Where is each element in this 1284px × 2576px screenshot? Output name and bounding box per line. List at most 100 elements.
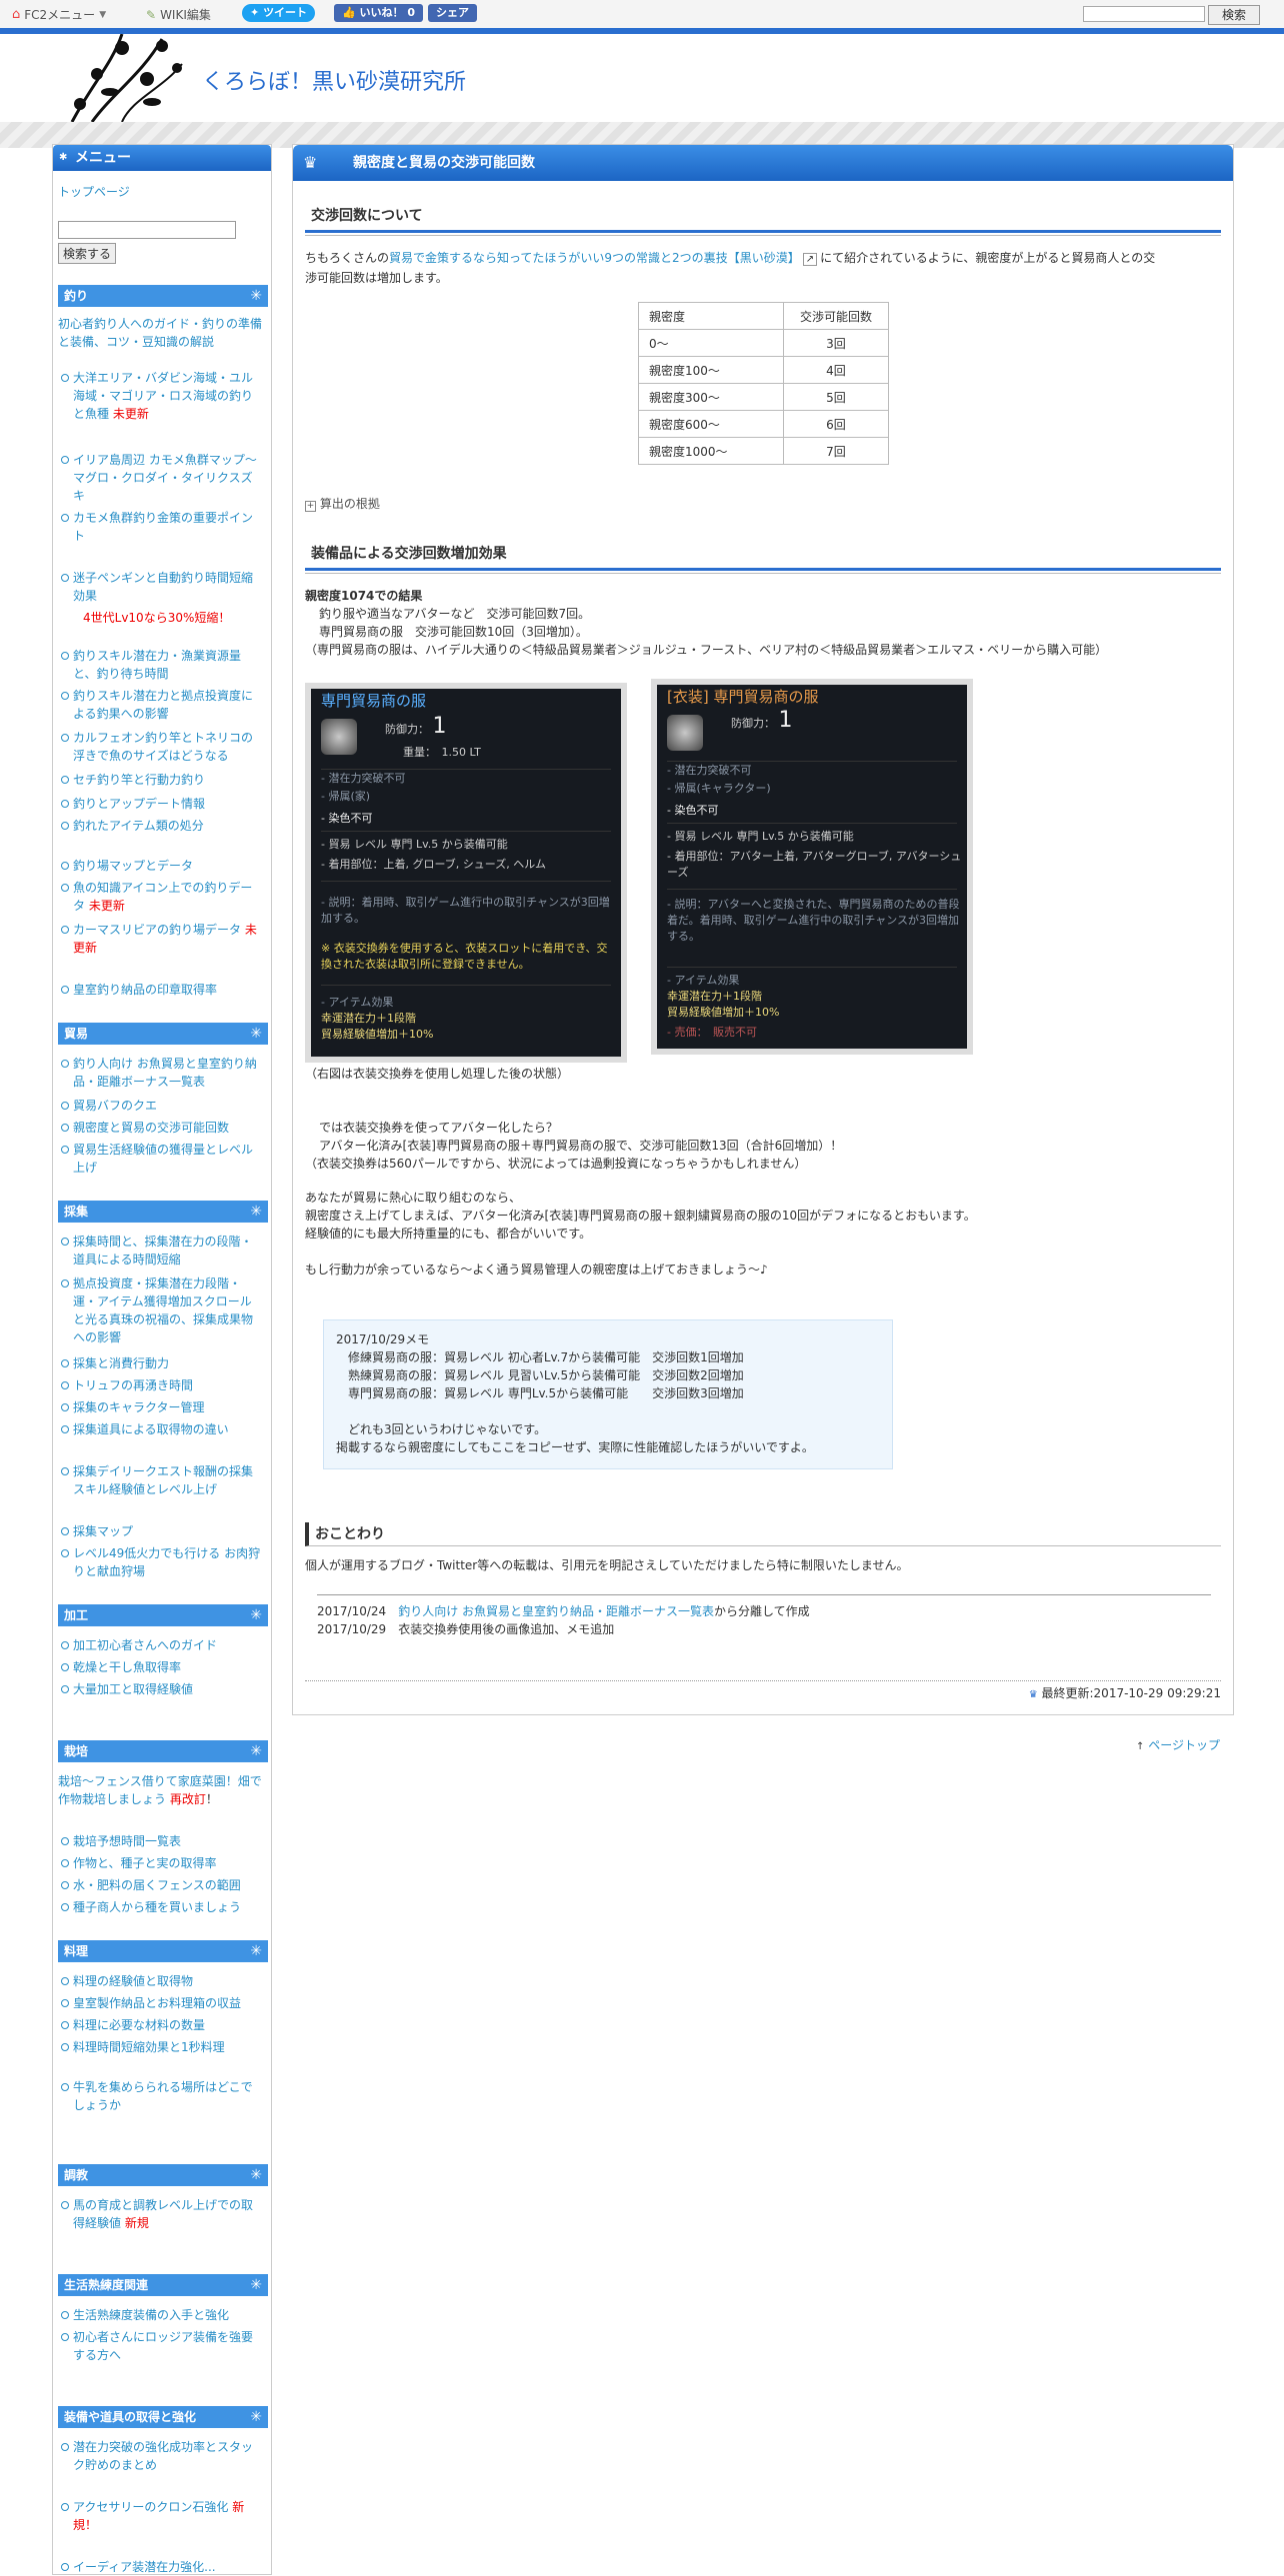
crown-small-icon: ♛ [1028, 1689, 1038, 1700]
intro-paragraph: ちもろくさんの貿易で金策するなら知ってたほうがいい9つの常識と2つの裏技【黒い砂… [305, 251, 1156, 285]
list-item[interactable]: 迷子ペンギンと自動釣り時間短縮効果 [61, 569, 261, 605]
list-item[interactable]: 大量加工と取得経験値 [61, 1680, 261, 1698]
list-item[interactable]: レベル49低火力でも行ける お肉狩りと献血狩場 [61, 1544, 261, 1580]
list-item[interactable]: カモメ魚群釣り金策の重要ポイント [61, 509, 261, 545]
section-title-disclaimer: おことわり [305, 1522, 1221, 1546]
list-item[interactable]: 魚の知識アイコン上での釣りデータ 未更新 [61, 879, 261, 915]
list-item[interactable]: 料理に必要な材料の数量 [61, 2016, 261, 2034]
section-header-fishing: 釣り ✳ [58, 285, 268, 307]
list-item[interactable]: 拠点投資度・採集潜在力段階・運・アイテム獲得増加スクロールと光る真珠の祝福の、採… [61, 1275, 261, 1346]
chevron-down-icon: ▼ [99, 9, 107, 20]
thumbs-up-icon: 👍 [342, 6, 356, 19]
list-item[interactable]: イーディア装潜在力強化... [61, 2558, 261, 2576]
chimoroku-article-link[interactable]: 貿易で金策するなら知ってたほうがいい9つの常識と2つの裏技【黒い砂漠】 [389, 251, 800, 265]
section-header-farming: 栽培 ✳ [58, 1740, 268, 1762]
list-item[interactable]: 生活熟練度装備の入手と強化 [61, 2306, 261, 2324]
fc2-menu[interactable]: ⌂ FC2メニュー ▼ [12, 6, 106, 23]
sidebar-top-page[interactable]: トップページ [58, 183, 130, 201]
article-title-bar: ♛ 親密度と貿易の交渉可能回数 [293, 145, 1233, 181]
sidebar: ✱ メニュー トップページ 検索する 釣り ✳ 初心者釣り人へのガイド・釣りの準備… [52, 144, 272, 2575]
star-icon: ✱ [59, 152, 68, 163]
list-item[interactable]: 採集道具による取得物の違い [61, 1420, 261, 1438]
list-item[interactable]: 貿易バフのクエ [61, 1097, 261, 1115]
sidebar-search-button[interactable]: 検索する [58, 243, 117, 264]
list-item[interactable]: 乾燥と干し魚取得率 [61, 1658, 261, 1676]
floral-silhouette-icon [70, 34, 183, 122]
top-search-button[interactable]: 検索 [1208, 5, 1260, 25]
list-item[interactable]: 種子商人から種を買いましょう [61, 1898, 261, 1916]
list-item[interactable]: トリュフの再湧き時間 [61, 1376, 261, 1394]
sparkle-icon: ✳ [250, 288, 262, 304]
list-item[interactable]: 栽培予想時間一覧表 [61, 1832, 261, 1850]
memo-box: 2017/10/29メモ 修練貿易商の服：貿易レベル 初心者Lv.7から装備可能… [323, 1319, 893, 1469]
table-header-row: 親密度 交渉可能回数 [638, 302, 889, 330]
like-button[interactable]: 👍 いいね！ 0 [334, 4, 424, 22]
list-item[interactable]: 水・肥料の届くフェンスの範囲 [61, 1876, 261, 1894]
sidebar-farming-intro[interactable]: 栽培～フェンス借りて家庭菜園！畑で作物栽培しましょう 再改訂！ [58, 1772, 264, 1808]
sparkle-icon: ✳ [250, 2409, 262, 2425]
share-button[interactable]: シェア [428, 4, 477, 22]
list-item[interactable]: 採集デイリークエスト報酬の採集スキル経験値とレベル上げ [61, 1462, 261, 1498]
top-search-input[interactable] [1083, 6, 1205, 22]
list-item[interactable]: 馬の育成と調教レベル上げでの取得経験値 新規 [61, 2196, 261, 2232]
sparkle-icon: ✳ [250, 2277, 262, 2293]
list-item[interactable]: 採集のキャラクター管理 [61, 1398, 261, 1416]
tweet-button[interactable]: ✦ ツイート [242, 4, 316, 22]
list-item[interactable]: 大洋エリア・バダビン海域・ユル海域・マゴリア・ロス海域の釣りと魚種 未更新 [61, 369, 261, 423]
list-item[interactable]: 釣りスキル潜在力と拠点投資度による釣果への影響 [61, 687, 261, 723]
item-card-merchant-outfit: 専門貿易商の服 防御力： 1 重量： 1.50 LT - 潜在力突破不可 - 帰… [305, 683, 627, 1063]
list-item[interactable]: 作物と、種子と実の取得率 [61, 1854, 261, 1872]
section-header-processing: 加工 ✳ [58, 1604, 268, 1626]
list-item[interactable]: 採集時間と、採集潜在力の段階・道具による時間短縮 [61, 1233, 261, 1269]
list-item[interactable]: 皇室釣り納品の印章取得率 [61, 981, 261, 999]
arrow-up-icon: ↑ [1136, 1741, 1145, 1752]
list-item[interactable]: カルフェオン釣り竿とトネリコの浮きで魚のサイズはどうなる [61, 729, 261, 765]
section-header-cooking: 料理 ✳ [58, 1940, 268, 1962]
list-item[interactable]: 釣れたアイテム類の処分 [61, 817, 261, 835]
top-toolbar: ⌂ FC2メニュー ▼ ✎ WIKI編集 ✦ ツイート 👍 いいね！ 0 シェア… [0, 0, 1284, 29]
list-item[interactable]: 貿易生活経験値の獲得量とレベル上げ [61, 1141, 261, 1177]
list-item[interactable]: 釣りとアップデート情報 [61, 795, 261, 813]
list-item[interactable]: 初心者さんにロッジア装備を強要する方へ [61, 2328, 261, 2364]
sidebar-fishing-intro[interactable]: 初心者釣り人へのガイド・釣りの準備と装備、コツ・豆知識の解説 [58, 315, 264, 351]
site-title[interactable]: くろらぼ！黒い砂漠研究所 [202, 64, 466, 96]
home-icon: ⌂ [12, 7, 21, 22]
list-item[interactable]: 釣りスキル潜在力・漁業資源量と、釣り待ち時間 [61, 647, 261, 683]
list-item[interactable]: イリア島周辺 カモメ魚群マップ～マグロ・クロダイ・タイリクスズキ [61, 451, 261, 505]
list-item[interactable]: 採集と消費行動力 [61, 1354, 261, 1372]
paragraph-recommend: あなたが貿易に熱心に取り組むのなら、 親密度さえ上げてしまえば、アバター化済み[… [305, 1191, 976, 1241]
helmet-icon [667, 715, 703, 751]
list-item[interactable]: セチ釣り竿と行動力釣り [61, 771, 261, 789]
sparkle-icon: ✳ [250, 1026, 262, 1042]
list-item[interactable]: 料理時間短縮効果と1秒料理 [61, 2038, 261, 2056]
list-item[interactable]: アクセサリーのクロン石強化 新規！ [61, 2498, 261, 2534]
sidebar-search-input[interactable] [58, 221, 236, 239]
list-item[interactable]: 潜在力突破の強化成功率とスタック貯めのまとめ [61, 2438, 261, 2474]
list-item[interactable]: カーマスリビアの釣り場データ 未更新 [61, 921, 261, 957]
sparkle-icon: ✳ [250, 1743, 262, 1759]
disclaimer-text: 個人が運用するブログ・Twitter等への転載は、引用元を明記さえしていただけま… [305, 1558, 909, 1572]
list-item[interactable]: 牛乳を集めらられる場所はどこでしょうか [61, 2078, 261, 2114]
list-item[interactable]: 皇室製作納品とお料理箱の収益 [61, 1994, 261, 2012]
list-item[interactable]: 採集マップ [61, 1522, 261, 1540]
sidebar-menu-header: ✱ メニュー [53, 145, 271, 171]
twitter-bird-icon: ✦ [250, 6, 260, 19]
negotiation-table: 親密度 交渉可能回数 0～ 3回 親密度100～ 4回 親密度300～ 5回 親密度6… [638, 302, 889, 465]
plus-box-icon: + [305, 501, 316, 512]
wiki-edit-link[interactable]: ✎ WIKI編集 [146, 6, 211, 23]
item-card-costume-merchant-outfit: [衣装] 専門貿易商の服 防御力： 1 - 潜在力突破不可 - 帰属(キャラクタ… [651, 679, 973, 1055]
calc-basis-toggle[interactable]: + 算出の根拠 [305, 495, 1221, 513]
section-header-trade: 貿易 ✳ [58, 1023, 268, 1045]
list-item[interactable]: 加工初心者さんへのガイド [61, 1636, 261, 1654]
list-item[interactable]: 釣り場マップとデータ [61, 857, 261, 875]
page-top-link[interactable]: ↑ ページトップ [1136, 1736, 1220, 1753]
main-content: ♛ 親密度と貿易の交渉可能回数 交渉回数について ちもろくさんの貿易で金策するな… [292, 144, 1234, 1715]
last-updated: ♛ 最終更新:2017-10-29 09:29:21 [305, 1680, 1221, 1705]
sparkle-icon: ✳ [250, 2167, 262, 2183]
list-item[interactable]: 料理の経験値と取得物 [61, 1972, 261, 1990]
list-item[interactable]: 釣り人向け お魚貿易と皇室釣り納品・距離ボーナス一覧表 [61, 1055, 261, 1091]
list-item[interactable]: 親密度と貿易の交渉可能回数 [61, 1119, 261, 1137]
history-row: 2017/10/24 釣り人向け お魚貿易と皇室釣り納品・距離ボーナス一覧表から… [317, 1604, 810, 1618]
sparkle-icon: ✳ [250, 1607, 262, 1623]
external-link-icon: ↗ [802, 253, 818, 266]
